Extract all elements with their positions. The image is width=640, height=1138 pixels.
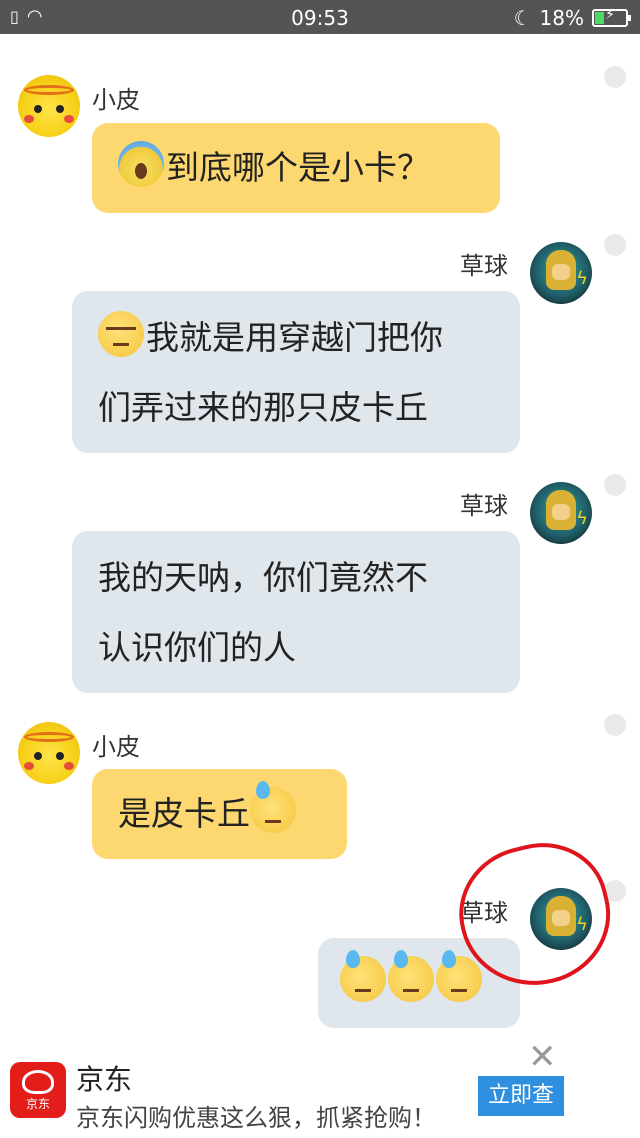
battery-icon: ⚡ (592, 7, 631, 27)
battery-percent: 18% (539, 6, 584, 30)
message-bubble[interactable]: 我的天呐，你们竟然不 认识你们的人 (72, 531, 520, 693)
message-text: 到底哪个是小卡？ (166, 148, 430, 187)
moon-icon: ☾ (513, 6, 532, 30)
unread-dot (604, 474, 626, 496)
message-line: 们弄过来的那只皮卡丘 (98, 388, 428, 427)
avatar-xiaopi[interactable] (18, 75, 80, 137)
avatar-caoqiu[interactable]: ϟ (530, 242, 592, 304)
sweat-emoji-icon (388, 950, 434, 1002)
sender-name: 草球 (460, 492, 508, 520)
unread-dot (604, 66, 626, 88)
message-line: 认识你们的人 (98, 628, 296, 667)
avatar-caoqiu[interactable]: ϟ (530, 482, 592, 544)
status-right-icons: ☾ 18% ⚡ (513, 6, 631, 30)
jd-logo-icon: 京东 (10, 1062, 66, 1118)
ad-close-icon[interactable]: ✕ (528, 1040, 557, 1074)
sweat-emoji-icon (250, 781, 296, 833)
ad-title: 京东 (76, 1063, 133, 1096)
message-line: 我就是用穿越门把你 (98, 303, 494, 373)
message-line: 我的天呐，你们竟然不 (98, 558, 428, 597)
scream-emoji-icon (118, 141, 164, 187)
unread-dot (604, 714, 626, 736)
ad-action-button[interactable]: 立即查 (478, 1076, 564, 1116)
ad-banner[interactable]: 京东 京东 京东闪购优惠这么狠，抓紧抢购！ ✕ 立即查 (0, 1040, 640, 1138)
status-bar: ▯ ◠ 09:53 ☾ 18% ⚡ (0, 0, 640, 34)
message-text: 是皮卡丘 (118, 794, 250, 833)
message-bubble[interactable]: 到底哪个是小卡？ (92, 123, 500, 213)
sender-name: 小皮 (92, 733, 140, 761)
unread-dot (604, 234, 626, 256)
unamused-emoji-icon (98, 311, 144, 357)
sender-name: 小皮 (92, 86, 140, 114)
sweat-emoji-icon (340, 950, 386, 1002)
sweat-emoji-icon (436, 950, 482, 1002)
ad-description: 京东闪购优惠这么狠，抓紧抢购！ (76, 1104, 436, 1132)
message-bubble[interactable]: 我就是用穿越门把你 们弄过来的那只皮卡丘 (72, 291, 520, 453)
message-bubble[interactable]: 是皮卡丘 (92, 769, 347, 859)
sender-name: 草球 (460, 252, 508, 280)
avatar-xiaopi[interactable] (18, 722, 80, 784)
